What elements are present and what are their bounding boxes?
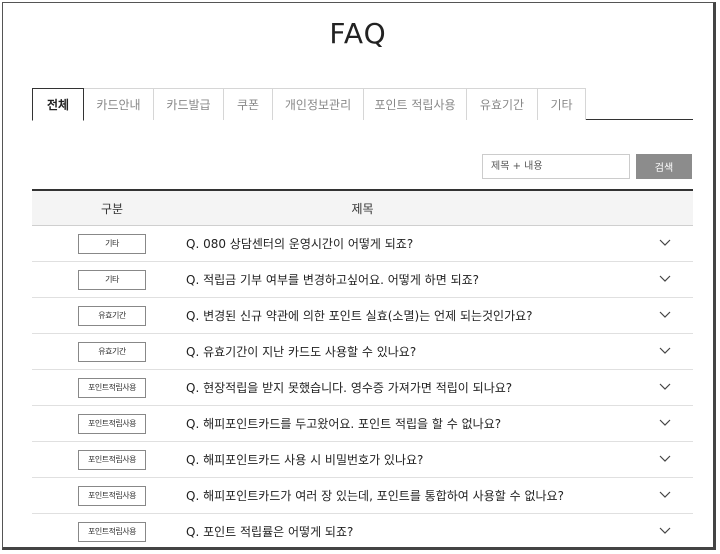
question-text[interactable]: Q. 적립금 기부 여부를 변경하고싶어요. 어떻게 하면 되죠? [186,271,479,288]
category-badge: 포인트적립사용 [78,413,146,434]
table-row[interactable]: 유효기간 Q. 변경된 신규 약관에 의한 포인트 실효(소멸)는 언제 되는것… [32,298,693,334]
page-frame: FAQ 전체 카드안내 카드발급 쿠폰 개인정보관리 포인트 적립사용 유효기간… [2,2,716,550]
question-text[interactable]: Q. 포인트 적립률은 어떻게 되죠? [186,523,353,540]
question-text[interactable]: Q. 080 상담센터의 운영시간이 어떻게 되죠? [186,235,413,252]
chevron-down-icon[interactable] [659,346,671,356]
table-row[interactable]: 포인트적립사용 Q. 해피포인트카드 사용 시 비밀번호가 있나요? [32,442,693,478]
search-button[interactable]: 검색 [636,154,692,179]
tab-card-info[interactable]: 카드안내 [83,88,154,120]
question-text[interactable]: Q. 유효기간이 지난 카드도 사용할 수 있나요? [186,343,416,360]
chevron-down-icon[interactable] [659,526,671,536]
table-row[interactable]: 포인트적립사용 Q. 포인트 적립률은 어떻게 되죠? [32,514,693,547]
question-text[interactable]: Q. 현장적립을 받지 못했습니다. 영수증 가져가면 적립이 되나요? [186,379,512,396]
chevron-down-icon[interactable] [659,382,671,392]
search-input[interactable] [482,154,630,179]
table-row[interactable]: 유효기간 Q. 유효기간이 지난 카드도 사용할 수 있나요? [32,334,693,370]
category-badge: 기타 [78,269,146,290]
table-row[interactable]: 포인트적립사용 Q. 해피포인트카드가 여러 장 있는데, 포인트를 통합하여 … [32,478,693,514]
faq-table: 구분 제목 기타 Q. 080 상담센터의 운영시간이 어떻게 되죠? 기타 Q… [32,189,693,547]
category-badge: 포인트적립사용 [78,377,146,398]
question-text[interactable]: Q. 해피포인트카드가 여러 장 있는데, 포인트를 통합하여 사용할 수 없나… [186,487,564,504]
tab-etc[interactable]: 기타 [537,88,586,120]
table-row[interactable]: 포인트적립사용 Q. 해피포인트카드를 두고왔어요. 포인트 적립을 할 수 없… [32,406,693,442]
category-tabs: 전체 카드안내 카드발급 쿠폰 개인정보관리 포인트 적립사용 유효기간 기타 [32,88,693,121]
question-text[interactable]: Q. 변경된 신규 약관에 의한 포인트 실효(소멸)는 언제 되는것인가요? [186,307,533,324]
table-row[interactable]: 기타 Q. 080 상담센터의 운영시간이 어떻게 되죠? [32,226,693,262]
table-row[interactable]: 포인트적립사용 Q. 현장적립을 받지 못했습니다. 영수증 가져가면 적립이 … [32,370,693,406]
category-badge: 유효기간 [78,305,146,326]
chevron-down-icon[interactable] [659,238,671,248]
tab-privacy[interactable]: 개인정보관리 [272,88,364,120]
chevron-down-icon[interactable] [659,274,671,284]
tab-coupon[interactable]: 쿠폰 [223,88,273,120]
tab-point-earn-use[interactable]: 포인트 적립사용 [363,88,467,120]
category-badge: 포인트적립사용 [78,449,146,470]
category-badge: 포인트적립사용 [78,485,146,506]
question-text[interactable]: Q. 해피포인트카드 사용 시 비밀번호가 있나요? [186,451,423,468]
tab-all[interactable]: 전체 [32,88,84,121]
table-header: 구분 제목 [32,189,693,226]
category-badge: 기타 [78,233,146,254]
tab-card-issue[interactable]: 카드발급 [153,88,224,120]
chevron-down-icon[interactable] [659,490,671,500]
chevron-down-icon[interactable] [659,310,671,320]
question-text[interactable]: Q. 해피포인트카드를 두고왔어요. 포인트 적립을 할 수 없나요? [186,415,501,432]
page-title: FAQ [329,17,387,50]
category-badge: 포인트적립사용 [78,521,146,542]
header-title: 제목 [351,201,374,216]
chevron-down-icon[interactable] [659,454,671,464]
table-row[interactable]: 기타 Q. 적립금 기부 여부를 변경하고싶어요. 어떻게 하면 되죠? [32,262,693,298]
chevron-down-icon[interactable] [659,418,671,428]
header-category: 구분 [100,201,124,216]
tab-expiry[interactable]: 유효기간 [466,88,538,120]
category-badge: 유효기간 [78,341,146,362]
